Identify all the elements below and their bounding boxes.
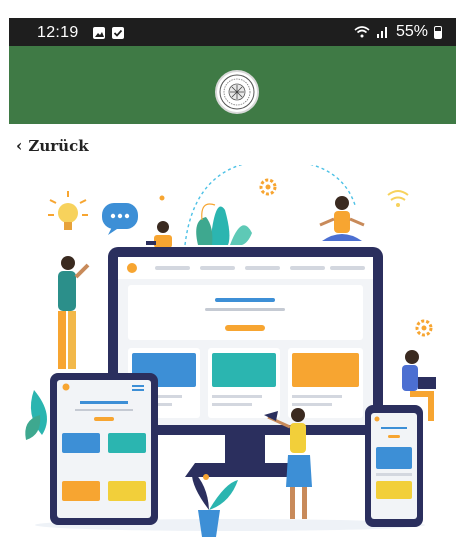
back-label: Zurück bbox=[28, 136, 89, 155]
gallery-notification-icon bbox=[93, 27, 105, 39]
checkbox-notification-icon bbox=[112, 27, 124, 39]
person-figure bbox=[58, 256, 90, 369]
person-figure bbox=[146, 221, 172, 248]
battery-percent: 55% bbox=[395, 23, 428, 40]
cell-signal-icon bbox=[376, 27, 387, 38]
lightbulb-icon bbox=[48, 191, 88, 230]
gear-icon bbox=[415, 319, 433, 337]
back-button[interactable]: ‹ Zurück bbox=[16, 136, 89, 155]
tablet-illustration bbox=[50, 373, 158, 525]
app-header bbox=[9, 46, 456, 124]
chat-bubble-icon bbox=[102, 203, 138, 235]
seal-logo bbox=[215, 70, 259, 114]
status-right: 55% bbox=[354, 23, 442, 41]
phone-illustration bbox=[365, 405, 423, 527]
status-time: 12:19 bbox=[37, 24, 79, 41]
battery-icon bbox=[434, 25, 442, 39]
status-bar: 12:19 55% bbox=[9, 18, 456, 46]
hero-illustration bbox=[25, 165, 436, 537]
gear-icon bbox=[259, 178, 277, 196]
wifi-icon bbox=[354, 26, 370, 38]
chevron-left-icon: ‹ bbox=[16, 136, 23, 155]
wifi-icon bbox=[387, 190, 409, 207]
person-figure bbox=[319, 196, 365, 241]
